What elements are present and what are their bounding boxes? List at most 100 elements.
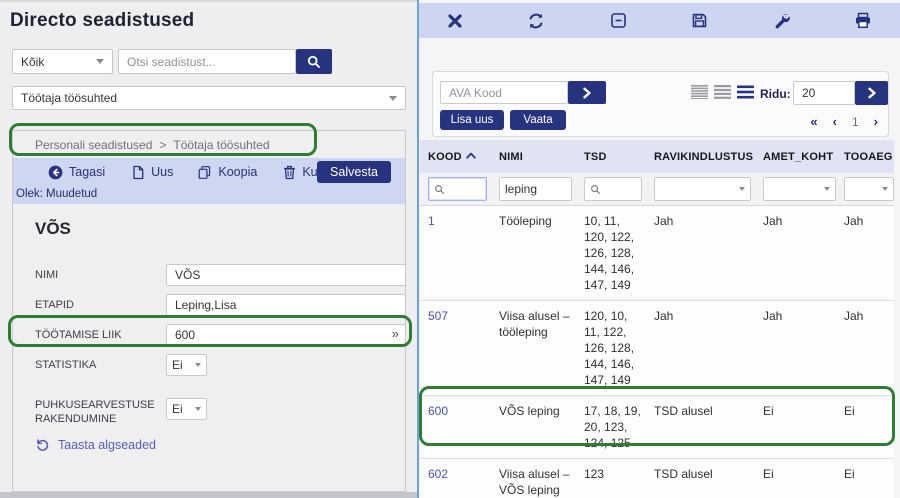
reset-defaults-link[interactable]: Taasta algseaded <box>35 437 156 452</box>
filter-amet-koht-select[interactable] <box>763 177 836 201</box>
table-row[interactable]: 602 Viisa alusel – VÕS leping 123 TSD al… <box>420 459 894 498</box>
record-toolbar: Tagasi Uus Koopia <box>13 158 405 204</box>
field-label-puhkusearvestuse: PUHKUSEARVESTUSE RAKENDUMINE <box>35 398 150 426</box>
copy-icon <box>197 165 212 180</box>
field-label-tootamise-liik: TÖÖTAMISE LIIK <box>35 328 150 342</box>
popup-toolbar <box>419 3 900 38</box>
column-header-nimi[interactable]: NIMI <box>491 151 576 163</box>
row-tsd: 123 <box>576 464 646 498</box>
collapse-icon[interactable] <box>610 12 627 29</box>
search-button[interactable] <box>296 49 332 74</box>
row-kood-link[interactable]: 602 <box>420 464 491 498</box>
breadcrumb-parent[interactable]: Personali seadistused <box>35 138 152 152</box>
new-button[interactable]: Uus <box>131 165 173 180</box>
trash-icon <box>283 165 296 180</box>
row-nimi: Tööleping <box>491 211 576 295</box>
section-select[interactable]: Töötaja töösuhted <box>12 86 406 110</box>
row-amet-koht: Ei <box>755 401 836 453</box>
close-icon[interactable] <box>447 13 463 29</box>
add-new-button[interactable]: Lisa uus <box>440 110 504 130</box>
search-icon <box>306 54 322 70</box>
print-icon[interactable] <box>854 12 872 29</box>
chevron-down-icon <box>195 407 201 411</box>
etapid-field[interactable] <box>166 294 406 316</box>
filter-nimi-input[interactable] <box>499 177 572 201</box>
directo-settings-screen: Directo seadistused Kõik Töötaja töösuht… <box>0 0 900 498</box>
rows-per-page-go-button[interactable] <box>855 81 888 105</box>
back-button-label: Tagasi <box>69 165 105 179</box>
sort-asc-icon <box>466 152 476 159</box>
save-icon[interactable] <box>691 12 708 29</box>
grid-controls: Lisa uus Vaata Ridu: <box>432 71 889 137</box>
chevron-down-icon <box>389 96 397 101</box>
settings-search-input[interactable] <box>118 49 296 74</box>
row-tsd: 120, 10, 11, 122, 126, 128, 144, 146, 14… <box>576 306 646 390</box>
breadcrumb: Personali seadistused > Töötaja töösuhte… <box>35 138 270 152</box>
bottom-divider <box>0 492 417 498</box>
row-tooaeg: Jah <box>836 211 894 295</box>
nimi-field[interactable] <box>166 264 406 286</box>
settings-card: Personali seadistused > Töötaja töösuhte… <box>12 130 406 492</box>
table-row-highlighted[interactable]: 600 VÕS leping 17, 18, 19, 20, 123, 124,… <box>420 396 894 459</box>
page-title: Directo seadistused <box>10 10 194 32</box>
copy-button-label: Koopia <box>218 165 257 179</box>
row-ravikindlustus: TSD alusel <box>646 464 755 498</box>
column-header-tsd[interactable]: TSD <box>576 151 646 163</box>
save-button[interactable]: Salvesta <box>317 161 391 183</box>
chevron-right-icon <box>581 87 593 99</box>
density-compact-icon[interactable] <box>691 85 708 99</box>
column-header-kood[interactable]: KOOD <box>420 151 491 163</box>
chevron-right-icon <box>866 87 878 99</box>
settings-panel: Directo seadistused Kõik Töötaja töösuht… <box>0 0 417 498</box>
row-kood-link[interactable]: 600 <box>420 401 491 453</box>
row-amet-koht: Jah <box>755 306 836 390</box>
lookup-expand-icon[interactable]: » <box>392 326 399 341</box>
pagination-next[interactable]: › <box>874 114 878 129</box>
chevron-down-icon <box>96 59 104 64</box>
breadcrumb-current: Töötaja töösuhted <box>173 138 269 152</box>
back-circle-icon <box>48 165 63 180</box>
row-ravikindlustus: TSD alusel <box>646 401 755 453</box>
table-filter-row <box>420 173 894 206</box>
row-kood-link[interactable]: 1 <box>420 211 491 295</box>
tootamise-liik-field[interactable] <box>166 324 406 346</box>
refresh-icon[interactable] <box>527 12 545 30</box>
rows-per-page-input[interactable] <box>793 81 855 105</box>
copy-button[interactable]: Koopia <box>197 165 257 180</box>
table-row[interactable]: 1 Tööleping 10, 11, 120, 122, 126, 128, … <box>420 206 894 301</box>
category-select[interactable]: Kõik <box>12 49 113 74</box>
document-icon <box>131 165 145 180</box>
puhkusearvestuse-select[interactable]: Ei <box>166 398 207 420</box>
row-nimi: Viisa alusel – tööleping <box>491 306 576 390</box>
row-ravikindlustus: Jah <box>646 306 755 390</box>
wrench-icon[interactable] <box>773 12 790 29</box>
density-relaxed-icon[interactable] <box>737 85 754 99</box>
column-header-tooaeg[interactable]: TOOAEG <box>836 151 894 163</box>
undo-icon <box>35 437 50 452</box>
column-header-ravikindlustus[interactable]: RAVIKINDLUSTUS <box>646 151 755 163</box>
table-row[interactable]: 507 Viisa alusel – tööleping 120, 10, 11… <box>420 301 894 396</box>
column-header-amet-koht[interactable]: AMET_KOHT <box>755 151 836 163</box>
filter-ravikindlustus-select[interactable] <box>654 177 751 201</box>
lookup-popup: Lisa uus Vaata Ridu: <box>419 0 900 498</box>
density-medium-icon[interactable] <box>714 85 731 99</box>
pagination-prev[interactable]: ‹ <box>833 114 837 129</box>
table-header-row: KOOD NIMI TSD RAVIKINDLUSTUS AMET_KOHT T… <box>420 140 894 173</box>
status-text: Olek: Muudetud <box>16 188 97 200</box>
row-amet-koht: Jah <box>755 211 836 295</box>
chevron-down-icon <box>824 187 830 191</box>
open-code-go-button[interactable] <box>568 81 606 104</box>
pagination-first[interactable]: « <box>810 114 817 129</box>
lookup-table: KOOD NIMI TSD RAVIKINDLUSTUS AMET_KOHT T… <box>420 140 894 498</box>
back-button[interactable]: Tagasi <box>48 165 105 180</box>
row-kood-link[interactable]: 507 <box>420 306 491 390</box>
row-tooaeg: Ei <box>836 464 894 498</box>
row-tsd: 10, 11, 120, 122, 126, 128, 144, 146, 14… <box>576 211 646 295</box>
row-ravikindlustus: Jah <box>646 211 755 295</box>
chevron-down-icon <box>739 187 745 191</box>
puhkusearvestuse-select-value: Ei <box>172 402 183 416</box>
open-code-input[interactable] <box>440 81 568 104</box>
view-button[interactable]: Vaata <box>510 110 566 130</box>
statistika-select[interactable]: Ei <box>166 354 207 376</box>
filter-tooaeg-select[interactable] <box>844 177 894 201</box>
